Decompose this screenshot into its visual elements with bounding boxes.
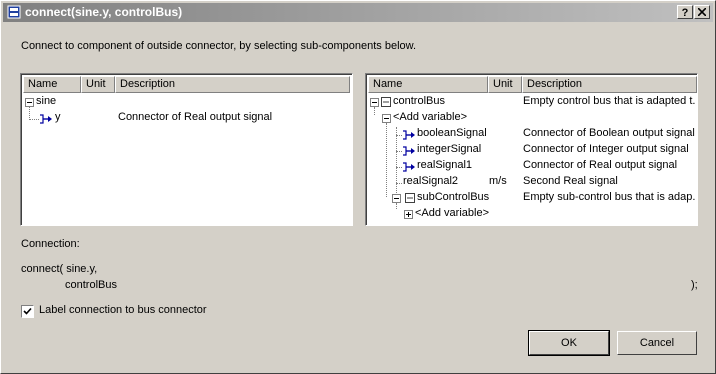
- tree-item-realsignal2-unit: m/s: [489, 175, 507, 187]
- tree-item-add-variable-nested[interactable]: <Add variable>: [415, 207, 489, 219]
- boolean-output-connector-icon: [403, 130, 415, 140]
- integer-output-connector-icon: [403, 146, 415, 156]
- left-col-unit[interactable]: Unit: [81, 76, 115, 93]
- tree-item-add-variable[interactable]: <Add variable>: [393, 111, 467, 123]
- label-connection-checkbox[interactable]: [21, 305, 34, 318]
- collapse-icon[interactable]: [370, 98, 379, 107]
- collapse-icon[interactable]: [382, 114, 391, 123]
- left-col-description[interactable]: Description: [115, 76, 350, 93]
- left-col-name[interactable]: Name: [23, 76, 81, 93]
- tree-line: [396, 151, 402, 152]
- tree-line: [386, 123, 387, 197]
- cancel-button[interactable]: Cancel: [617, 331, 697, 355]
- ok-button[interactable]: OK: [528, 330, 610, 356]
- tree-item-subcontrolbus-description: Empty sub-control bus that is adap...: [523, 191, 695, 203]
- close-icon: [697, 7, 707, 17]
- tree-item-booleansignal-description: Connector of Boolean output signal: [523, 127, 695, 139]
- help-button[interactable]: ?: [677, 5, 693, 19]
- connection-code-line1: connect( sine.y,: [21, 263, 98, 275]
- tree-item-realsignal1-description: Connector of Real output signal: [523, 159, 678, 171]
- instruction-text: Connect to component of outside connecto…: [21, 40, 417, 52]
- close-button[interactable]: [694, 5, 710, 19]
- right-col-description[interactable]: Description: [522, 76, 697, 93]
- checkmark-icon: [23, 307, 32, 315]
- tree-line: [396, 203, 397, 209]
- tree-item-realsignal1[interactable]: realSignal1: [417, 159, 472, 171]
- tree-item-realsignal2[interactable]: realSignal2: [403, 175, 458, 187]
- bus-connector-icon: [381, 97, 391, 107]
- tree-item-integersignal-description: Connector of Integer output signal: [523, 143, 689, 155]
- tree-item-sine[interactable]: sine: [36, 95, 56, 107]
- tree-item-controlbus[interactable]: controlBus: [393, 95, 445, 107]
- tree-item-booleansignal[interactable]: booleanSignal: [417, 127, 487, 139]
- collapse-icon[interactable]: [25, 98, 34, 107]
- real-output-connector-icon: [40, 114, 52, 124]
- app-icon: [7, 5, 21, 19]
- tree-line: [374, 107, 375, 115]
- connection-code-line3: );: [691, 279, 698, 291]
- tree-item-y[interactable]: y: [55, 111, 61, 123]
- expand-icon[interactable]: [404, 210, 413, 219]
- right-col-unit[interactable]: Unit: [488, 76, 522, 93]
- connection-label: Connection:: [21, 238, 80, 250]
- tree-line: [396, 183, 402, 184]
- right-col-name[interactable]: Name: [368, 76, 488, 93]
- tree-item-controlbus-description: Empty control bus that is adapted t...: [523, 95, 695, 107]
- label-connection-checkbox-label[interactable]: Label connection to bus connector: [39, 304, 207, 316]
- bus-connector-icon: [405, 193, 415, 203]
- connect-dialog: connect(sine.y, controlBus) ? Connect to…: [0, 0, 716, 374]
- real-output-connector-icon: [403, 162, 415, 172]
- tree-item-realsignal2-description: Second Real signal: [523, 175, 618, 187]
- collapse-icon[interactable]: [392, 194, 401, 203]
- tree-item-subcontrolbus[interactable]: subControlBus: [417, 191, 489, 203]
- title-bar[interactable]: connect(sine.y, controlBus) ?: [3, 3, 713, 22]
- right-component-tree[interactable]: Name Unit Description controlBus Empty c…: [365, 73, 698, 226]
- left-component-tree[interactable]: Name Unit Description sine y Connector o…: [20, 73, 353, 226]
- connection-code-line2: controlBus: [65, 279, 117, 291]
- tree-item-y-description: Connector of Real output signal: [118, 111, 273, 123]
- tree-item-integersignal[interactable]: integerSignal: [417, 143, 481, 155]
- tree-line: [396, 167, 402, 168]
- tree-line: [29, 119, 39, 120]
- window-title: connect(sine.y, controlBus): [25, 5, 183, 19]
